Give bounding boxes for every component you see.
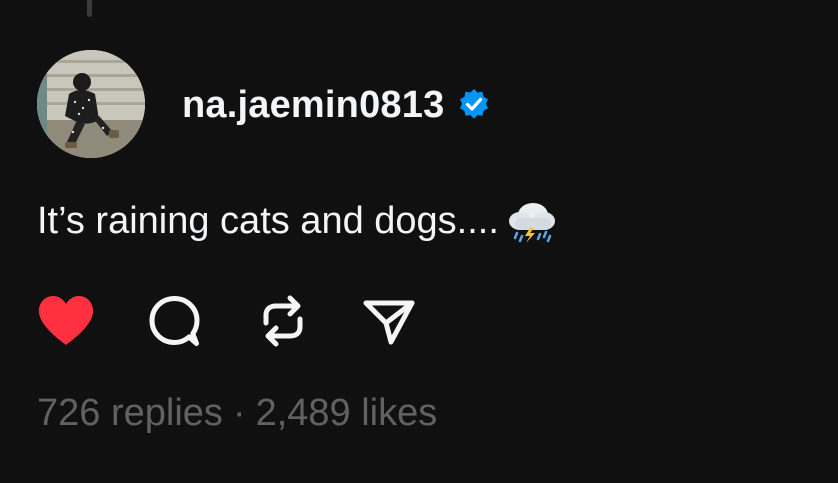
post-text: It’s raining cats and dogs.... — [37, 199, 499, 242]
cloud-with-lightning-and-rain-icon — [503, 198, 559, 244]
username[interactable]: na.jaemin0813 — [182, 84, 444, 127]
post-stats: 726 replies · 2,489 likes — [37, 390, 437, 436]
replies-count-link[interactable]: 726 replies — [37, 392, 223, 435]
stats-separator: · — [232, 391, 246, 434]
thread-connector-line — [87, 0, 92, 17]
repost-icon — [263, 295, 303, 347]
reply-button[interactable] — [145, 293, 205, 349]
comment-icon — [149, 296, 200, 346]
verified-badge-icon — [456, 87, 492, 123]
like-button[interactable] — [37, 293, 95, 349]
repost-button[interactable] — [253, 293, 313, 349]
likes-count-link[interactable]: 2,489 likes — [256, 392, 438, 435]
action-bar — [37, 293, 419, 349]
post-header: na.jaemin0813 — [182, 80, 492, 130]
send-icon — [363, 300, 415, 345]
share-button[interactable] — [359, 293, 419, 349]
heart-icon — [38, 296, 94, 345]
avatar[interactable] — [37, 50, 145, 158]
post-body: It’s raining cats and dogs.... — [37, 196, 559, 246]
